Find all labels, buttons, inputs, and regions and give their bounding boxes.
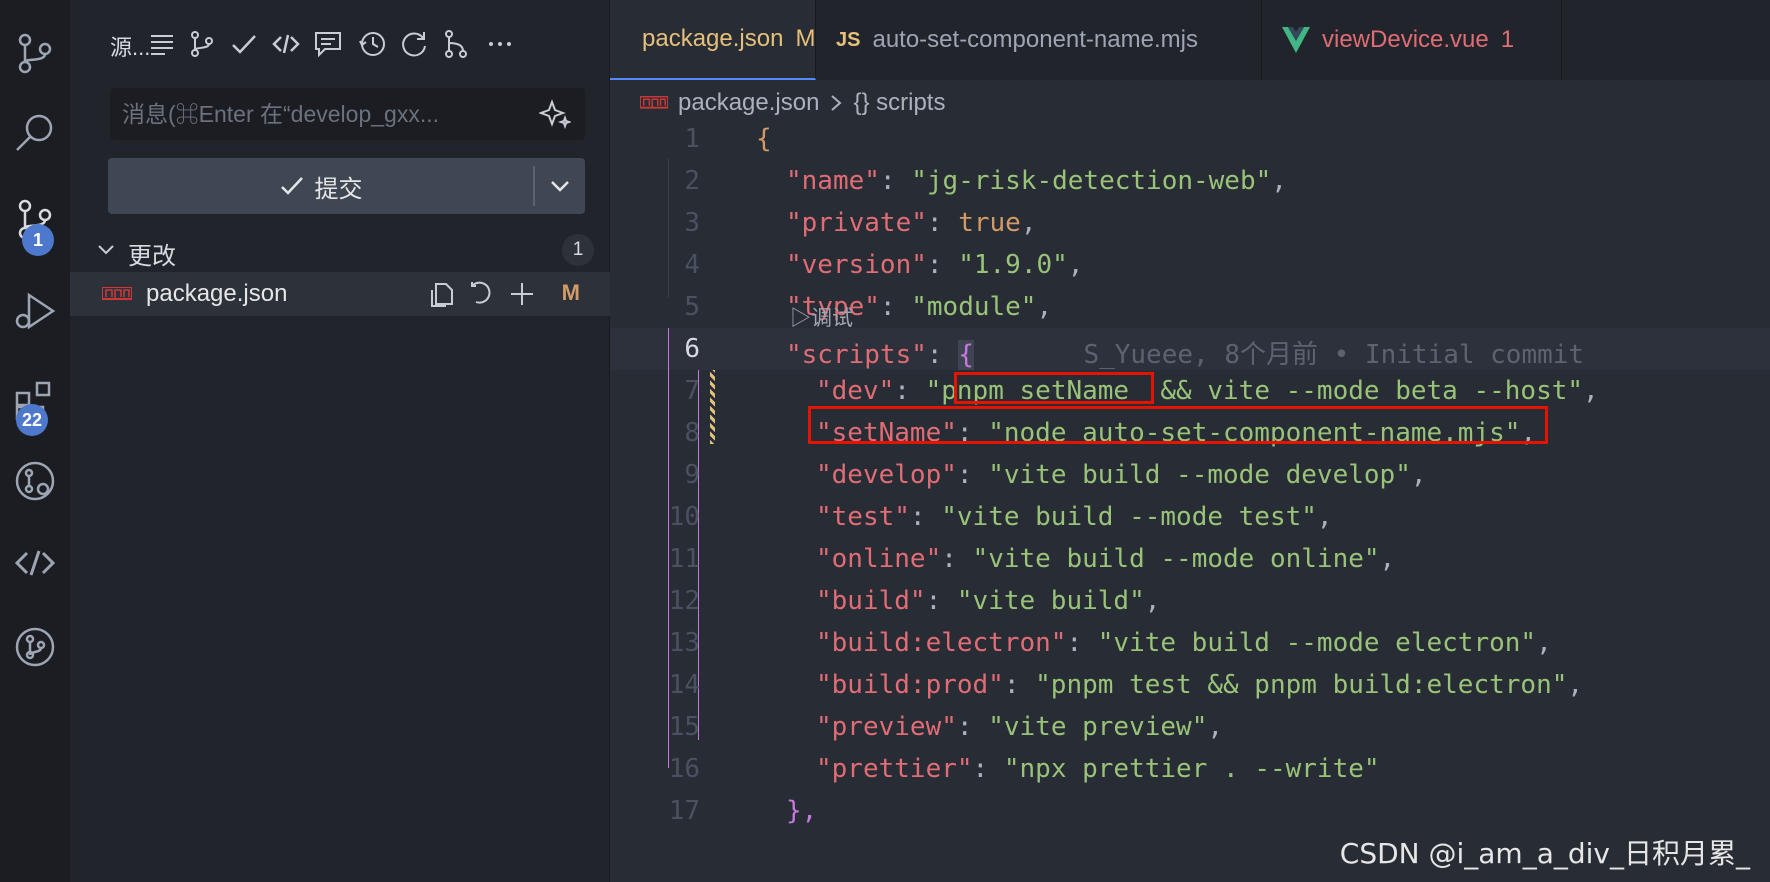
line-number: 9 xyxy=(684,460,700,490)
graph-icon[interactable] xyxy=(184,26,220,62)
changes-count-badge: 1 xyxy=(562,234,594,266)
history-icon[interactable] xyxy=(354,26,390,62)
tab-label: auto-set-component-name.mjs xyxy=(872,26,1198,53)
tab-status: 1 xyxy=(1500,26,1515,53)
code-line: "private": true, xyxy=(786,208,1037,238)
tab-auto-set-component-name[interactable]: JS auto-set-component-name.mjs xyxy=(816,0,1262,80)
open-file-icon[interactable] xyxy=(426,278,458,310)
tab-view-device-vue[interactable]: viewDevice.vue 1 xyxy=(1262,0,1562,80)
extensions-badge: 22 xyxy=(16,404,49,436)
code-line: "build:electron": "vite build --mode ele… xyxy=(816,628,1552,658)
extensions-icon[interactable]: 22 xyxy=(0,366,70,436)
search-icon[interactable] xyxy=(0,98,70,168)
code-line: "online": "vite build --mode online", xyxy=(816,544,1396,574)
line-number: 4 xyxy=(684,250,700,280)
commit-button-label: 提交 xyxy=(314,175,363,203)
commit-dropdown[interactable] xyxy=(535,158,585,214)
stage-changes-icon[interactable] xyxy=(506,278,538,310)
tab-label: viewDevice.vue xyxy=(1322,26,1489,53)
chevron-down-icon xyxy=(551,181,569,192)
commit-main-action[interactable]: 提交 xyxy=(108,158,533,214)
comment-icon[interactable] xyxy=(310,26,346,62)
chevron-right-icon xyxy=(831,95,842,111)
js-file-icon: JS xyxy=(836,28,861,51)
npm-icon xyxy=(102,287,132,300)
code-line: "build:prod": "pnpm test && pnpm build:e… xyxy=(816,670,1584,700)
branch-tool-icon[interactable] xyxy=(438,26,474,62)
refresh-icon[interactable] xyxy=(396,26,432,62)
line-number: 13 xyxy=(668,628,700,658)
commit-message-box xyxy=(110,88,585,140)
chevron-down-icon xyxy=(98,245,114,255)
line-number: 10 xyxy=(668,502,700,532)
source-control-active-icon[interactable]: 1 xyxy=(0,184,70,256)
breadcrumb-section[interactable]: {} scripts xyxy=(853,89,945,117)
changed-file-row[interactable]: package.json M xyxy=(70,272,610,316)
more-actions-icon[interactable] xyxy=(482,26,518,62)
git-blame-annotation xyxy=(974,340,1084,370)
code-line: "preview": "vite preview", xyxy=(816,712,1224,742)
changes-label: 更改 xyxy=(128,243,176,270)
code-line: "test": "vite build --mode test", xyxy=(816,502,1333,532)
line-number: 11 xyxy=(668,544,700,574)
code-line: "build": "vite build", xyxy=(816,586,1161,616)
source-control-sidebar: 源... 提交 更改 1 package.json xyxy=(70,0,610,882)
code-line: "version": "1.9.0", xyxy=(786,250,1084,280)
breadcrumb: package.json {} scripts xyxy=(640,86,945,120)
remote-icon[interactable] xyxy=(0,528,70,598)
code-line: "develop": "vite build --mode develop", xyxy=(816,460,1427,490)
view-as-list-icon[interactable] xyxy=(144,26,180,62)
line-number: 12 xyxy=(668,586,700,616)
line-number: 1 xyxy=(684,124,700,154)
highlight-box-setname-script xyxy=(808,406,1548,444)
code-line: "name": "jg-risk-detection-web", xyxy=(786,166,1287,196)
code-line: "prettier": "npx prettier . --write" xyxy=(816,754,1380,784)
line-number: 3 xyxy=(684,208,700,238)
line-number: 15 xyxy=(668,712,700,742)
code-line: "scripts": { S_Yueee, 8个月前 • Initial com… xyxy=(786,340,1585,370)
sparkle-icon[interactable] xyxy=(539,98,571,130)
line-number: 14 xyxy=(668,670,700,700)
editor-area: package.json M JS auto-set-component-nam… xyxy=(610,0,1770,882)
tab-label: package.json xyxy=(642,25,784,52)
code-line: }, xyxy=(786,796,818,826)
remote-tool-icon[interactable] xyxy=(268,26,304,62)
run-debug-icon[interactable] xyxy=(0,276,70,346)
line-number: 8 xyxy=(684,418,700,448)
npm-icon xyxy=(640,96,668,109)
activity-bar: 1 22 xyxy=(0,0,70,882)
file-status-badge: M xyxy=(561,280,580,305)
modified-lines-marker xyxy=(710,370,715,444)
branch-icon[interactable] xyxy=(0,612,70,682)
line-number: 7 xyxy=(684,376,700,406)
check-icon xyxy=(280,177,303,195)
editor-tabs: package.json M JS auto-set-component-nam… xyxy=(610,0,1770,80)
watermark: CSDN @i_am_a_div_日积月累_ xyxy=(1339,837,1750,870)
changes-section-header[interactable]: 更改 1 xyxy=(70,230,610,270)
commit-button[interactable]: 提交 xyxy=(108,158,585,214)
code-line: { xyxy=(756,124,772,154)
breadcrumb-file[interactable]: package.json xyxy=(678,89,819,117)
discard-changes-icon[interactable] xyxy=(466,278,498,310)
commit-check-icon[interactable] xyxy=(226,26,262,62)
tab-status: M xyxy=(795,25,816,52)
source-control-badge: 1 xyxy=(22,224,54,256)
changed-file-name: package.json xyxy=(146,280,288,307)
commit-message-input[interactable] xyxy=(122,88,522,140)
code-line: "dev": "pnpm setName && vite --mode beta… xyxy=(816,376,1599,406)
line-number: 17 xyxy=(668,796,700,826)
debug-codelens[interactable]: ▷调试 xyxy=(790,302,853,332)
tab-package-json[interactable]: package.json M xyxy=(610,0,816,80)
sidebar-toolbar: 源... xyxy=(70,0,610,90)
line-number: 6 xyxy=(684,334,700,364)
git-graph-icon[interactable] xyxy=(0,446,70,516)
git-blame-annotation: S_Yueee, 8个月前 • Initial commit xyxy=(1083,340,1585,370)
highlight-box-setname-call xyxy=(954,372,1154,404)
line-number: 2 xyxy=(684,166,700,196)
line-number: 5 xyxy=(684,292,700,322)
vue-icon xyxy=(1282,27,1310,53)
source-control-icon[interactable] xyxy=(0,18,70,88)
line-number: 16 xyxy=(668,754,700,784)
